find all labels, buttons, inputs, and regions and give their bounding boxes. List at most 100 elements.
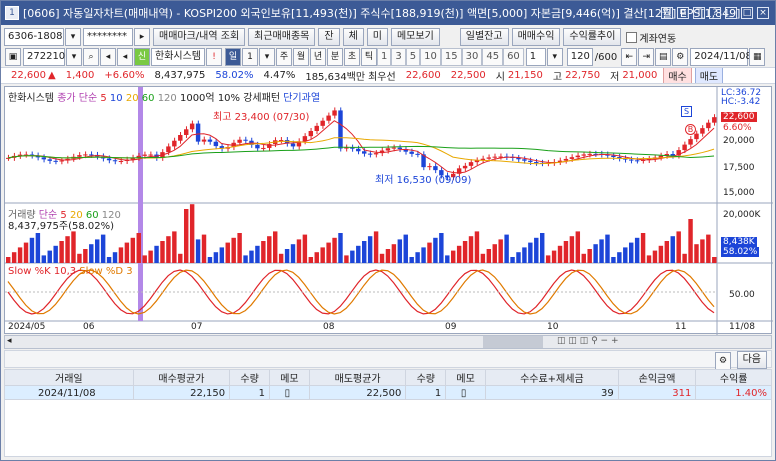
candle (237, 139, 242, 143)
count-dropdown-icon[interactable]: ▾ (546, 48, 563, 66)
period-dropdown-icon[interactable]: ▾ (259, 48, 275, 66)
calendar-icon[interactable]: ▦ (749, 48, 766, 66)
account-dropdown-icon[interactable]: ▾ (65, 28, 81, 46)
volume-bar (112, 252, 118, 263)
period-day[interactable]: 일 (225, 48, 241, 66)
close-button[interactable]: × (757, 7, 769, 19)
date-input[interactable]: 2024/11/08 (690, 48, 752, 66)
prev-stock-icon[interactable]: ◂ (117, 48, 133, 66)
period-week[interactable]: 주 (276, 48, 292, 66)
minimize-button[interactable]: _ (725, 7, 737, 19)
volume-bar (213, 252, 219, 263)
bars-input[interactable]: 120 (566, 48, 593, 66)
unfilled-button[interactable]: 미 (366, 28, 388, 46)
candle (41, 157, 47, 160)
count-input[interactable]: 1 (525, 48, 546, 66)
account-select[interactable]: 6306-1808 (4, 28, 64, 46)
volume-bar (563, 241, 569, 263)
daily-balance-button[interactable]: 일별잔고 (459, 28, 509, 46)
period-minute[interactable]: 분 (327, 48, 343, 66)
expand-icon[interactable]: ⇥ (638, 48, 655, 66)
grid-settings-icon[interactable]: ⚙ (715, 352, 731, 370)
period-tick[interactable]: 틱 (361, 48, 377, 66)
fit-icon[interactable]: ⇤ (621, 48, 638, 66)
table-empty-area (4, 399, 772, 457)
legend-ma60: 60 (141, 93, 155, 104)
password-field[interactable]: ******** (83, 28, 133, 46)
volume-bar (688, 219, 693, 263)
volume-bar (373, 231, 379, 263)
maximize-button[interactable]: □ (741, 7, 753, 19)
account-link-label: 계좌연동 (639, 33, 677, 45)
gear-icon[interactable]: ⚙ (672, 48, 689, 66)
recent-stocks-button[interactable]: 최근매매종목 (248, 28, 316, 46)
volume-bar (391, 244, 397, 263)
search-icon[interactable]: ⌕ (83, 48, 99, 66)
x-label-5: 10 (547, 322, 559, 332)
period-second[interactable]: 초 (344, 48, 360, 66)
minute-3[interactable]: 3 (391, 48, 406, 66)
minute-30[interactable]: 30 (461, 48, 483, 66)
sell-button[interactable]: 매도 (694, 68, 724, 83)
chart-scrollbar[interactable]: ◂ ◫ ◫ ◫ ⚲ − + (4, 335, 772, 349)
pin-icon[interactable]: ⊟ (661, 7, 673, 19)
volume-bar (278, 253, 284, 263)
minute-60[interactable]: 60 (503, 48, 524, 66)
volume-bar (273, 231, 278, 263)
save-icon[interactable]: ▤ (655, 48, 672, 66)
volume-bar (267, 236, 272, 263)
alert-icon[interactable]: ! (206, 48, 222, 66)
volume-bar (338, 233, 343, 263)
code-dropdown-icon[interactable]: ▾ (66, 48, 82, 66)
help-icon[interactable]: ? (709, 7, 721, 19)
memo-view-button[interactable]: 메모보기 (390, 28, 440, 46)
filled-button[interactable]: 체 (342, 28, 364, 46)
ma20-line (7, 137, 715, 165)
next-button[interactable]: 다음 (736, 351, 767, 369)
chart-area[interactable]: 한화시스템 종가 단순 5 10 20 60 120 1000억 10% 강세패… (4, 86, 773, 335)
volume-bar (611, 257, 616, 263)
scroll-thumb[interactable] (483, 336, 543, 348)
minute-10[interactable]: 10 (420, 48, 441, 66)
sell-signal-icon[interactable]: S (681, 106, 692, 117)
volume-bar (65, 236, 70, 263)
text-size-icon[interactable]: T (693, 7, 705, 19)
buy-signal-icon[interactable]: B (685, 124, 696, 135)
scroll-left-icon[interactable]: ◂ (7, 336, 12, 346)
stock-code-input[interactable]: 272210 (23, 48, 65, 66)
volume-bar (629, 242, 634, 263)
candle (629, 159, 634, 161)
buy-button[interactable]: 매수 (663, 68, 692, 83)
minute-15[interactable]: 15 (440, 48, 462, 66)
col-date: 거래일 (4, 369, 134, 386)
candle (581, 154, 586, 156)
layout-icon[interactable]: ▣ (5, 48, 21, 66)
x-label-0: 2024/05 (8, 322, 46, 332)
return-trend-button[interactable]: 수익률추이 (563, 28, 622, 46)
minute-1[interactable]: 1 (377, 48, 392, 66)
confirm-icon[interactable]: ▸ (134, 28, 150, 46)
volume-bar (29, 237, 35, 263)
minute-5[interactable]: 5 (405, 48, 421, 66)
period-month[interactable]: 월 (293, 48, 309, 66)
col-sell-qty: 수량 (405, 369, 447, 386)
candle (77, 155, 82, 157)
period-count[interactable]: 1 (242, 48, 258, 66)
period-year[interactable]: 년 (310, 48, 326, 66)
account-link-checkbox[interactable] (626, 31, 638, 43)
minute-45[interactable]: 45 (482, 48, 504, 66)
volume-bar (195, 239, 201, 263)
zoom-controls-icon[interactable]: ◫ ◫ ◫ ⚲ − + (557, 336, 619, 346)
balance-button[interactable]: 잔 (318, 28, 340, 46)
bid-price: 22,500 (450, 70, 486, 81)
sound-icon[interactable]: ◂ (100, 48, 116, 66)
candle (575, 155, 581, 158)
volume-bar (504, 234, 509, 263)
volume-bar (445, 255, 450, 263)
trade-profit-button[interactable]: 매매수익 (511, 28, 561, 46)
copy-icon[interactable]: ⧉ (677, 7, 689, 19)
volume-bar (646, 255, 652, 263)
volume-bar (569, 236, 575, 263)
trade-mark-button[interactable]: 매매마크/내역 조회 (153, 28, 246, 46)
candle (332, 110, 337, 116)
